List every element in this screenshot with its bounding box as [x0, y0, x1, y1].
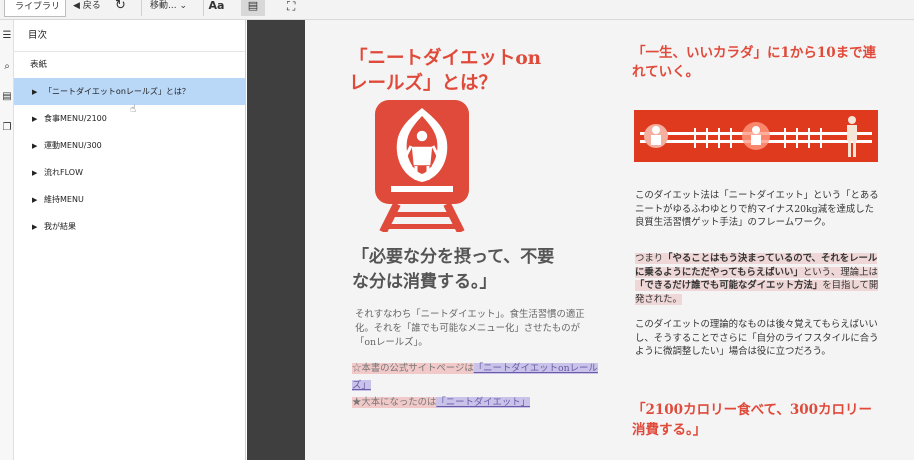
link-prefix: ☆本書の公式サイトページは: [352, 363, 474, 374]
toc-item-label: 維持MENU: [44, 195, 84, 204]
origin-line: ★大本になったのは「ニートダイエット」: [352, 394, 602, 411]
toc-cover-link[interactable]: 表紙: [14, 52, 245, 78]
tagline: 「必要な分を摂って、不要 な分は消費する。」: [352, 245, 602, 295]
toc-list-icon[interactable]: ☰: [0, 29, 14, 43]
expand-arrow-icon[interactable]: ▶: [32, 106, 44, 133]
font-settings-button[interactable]: Aa: [203, 0, 229, 16]
move-dropdown[interactable]: 移動... ⌄: [141, 0, 191, 16]
fullscreen-icon[interactable]: ⛶: [287, 0, 295, 16]
intro-paragraph: それすなわち「ニートダイエット」。食生活習慣の適正化。それを「誰でも可能なメニュ…: [355, 309, 585, 348]
layout-icon[interactable]: ▤: [241, 0, 265, 16]
text-run: という、理論上は: [802, 266, 878, 278]
book-page: 「ニートダイエットon レールズ」とは？ 「必要な分を摂って、不要 な分は消費す…: [305, 20, 914, 460]
official-site-line: ☆本書の公式サイトページは「ニートダイエットonレールズ」: [352, 360, 602, 394]
toc-item-flow[interactable]: ▶ 流れFLOW: [14, 159, 245, 186]
expand-arrow-icon[interactable]: ▶: [32, 160, 44, 187]
text-run: つまり: [635, 253, 664, 264]
calorie-heading: 「2100カロリー食べて、300カロリー消費する。」: [632, 402, 873, 438]
paragraph-concept: つまり「やることはもう決まっているので、それをレールに乗るようにただやってもらえ…: [635, 252, 879, 306]
paragraph-framework: このダイエット法は「ニートダイエット」という「とあるニートがゆるふわゆとりで約マ…: [635, 190, 879, 228]
library-button[interactable]: ライブラリ: [4, 0, 66, 17]
toc-item-exercise[interactable]: ▶ 運動MENU/300: [14, 132, 245, 159]
reader-area: 「ニートダイエットon レールズ」とは？ 「必要な分を摂って、不要 な分は消費す…: [247, 20, 914, 460]
toc-item-maintain[interactable]: ▶ 維持MENU: [14, 186, 245, 213]
search-icon[interactable]: ⌕: [0, 60, 14, 74]
expand-arrow-icon[interactable]: ▶: [32, 133, 44, 160]
heading-line: 「ニートダイエットon: [349, 48, 542, 69]
sync-icon[interactable]: ↻: [115, 0, 126, 16]
expand-arrow-icon[interactable]: ▶: [32, 187, 44, 214]
paragraph-theory: このダイエットの理論的なものは後々覚えてもらえばいいし、そうすることでさらに「自…: [635, 319, 879, 357]
tagline-line: な分は消費する。」: [352, 272, 497, 292]
toc-item-results[interactable]: ▶ 我が結果: [14, 213, 245, 240]
toc-item-label: 我が結果: [44, 222, 76, 231]
text-run: 「できるだけ誰でも可能なダイエット方法」: [635, 280, 823, 291]
toc-item-label: 流れFLOW: [44, 168, 83, 177]
toc-item-label: 運動MENU/300: [44, 141, 102, 150]
section-heading: 「ニートダイエットon レールズ」とは？: [349, 46, 599, 96]
neet-diet-logo-icon: [375, 100, 469, 232]
link-prefix: ★大本になったのは: [352, 397, 437, 408]
links-block: ☆本書の公式サイトページは「ニートダイエットonレールズ」 ★大本になったのは「…: [352, 360, 602, 411]
notes-icon[interactable]: ▤: [0, 90, 14, 104]
toc-item-label: 「ニートダイエットonレールズ」とは？: [44, 87, 190, 96]
toolbar: ライブラリ ◀ 戻る ↻ 移動... ⌄ Aa ▤ ⛶: [0, 0, 914, 20]
origin-link[interactable]: 「ニートダイエット」: [436, 397, 531, 408]
back-button[interactable]: ◀ 戻る: [73, 0, 101, 16]
heading-line: レールズ」とは？: [349, 73, 498, 94]
tagline-line: 「必要な分を摂って、不要: [352, 247, 555, 267]
pages-icon[interactable]: ❐: [0, 121, 14, 135]
rail-banner-icon: [634, 110, 878, 162]
toc-title: 目次: [14, 20, 245, 52]
right-heading: 「一生、いいカラダ」に1から10まで連れていく。: [632, 45, 877, 80]
side-rail: ☰ ⌕ ▤ ❐: [0, 20, 14, 460]
toc-item-intro[interactable]: ▶ 「ニートダイエットonレールズ」とは？ ☝: [14, 78, 245, 115]
toc-item-label: 食事MENU/2100: [44, 114, 107, 123]
expand-arrow-icon[interactable]: ▶: [32, 214, 44, 241]
expand-arrow-icon[interactable]: ▶: [32, 79, 44, 106]
toc-item-meal[interactable]: ▶ 食事MENU/2100: [14, 105, 245, 132]
toc-panel: 目次 表紙 ▶ 「ニートダイエットonレールズ」とは？ ☝ ▶ 食事MENU/210…: [14, 20, 246, 460]
